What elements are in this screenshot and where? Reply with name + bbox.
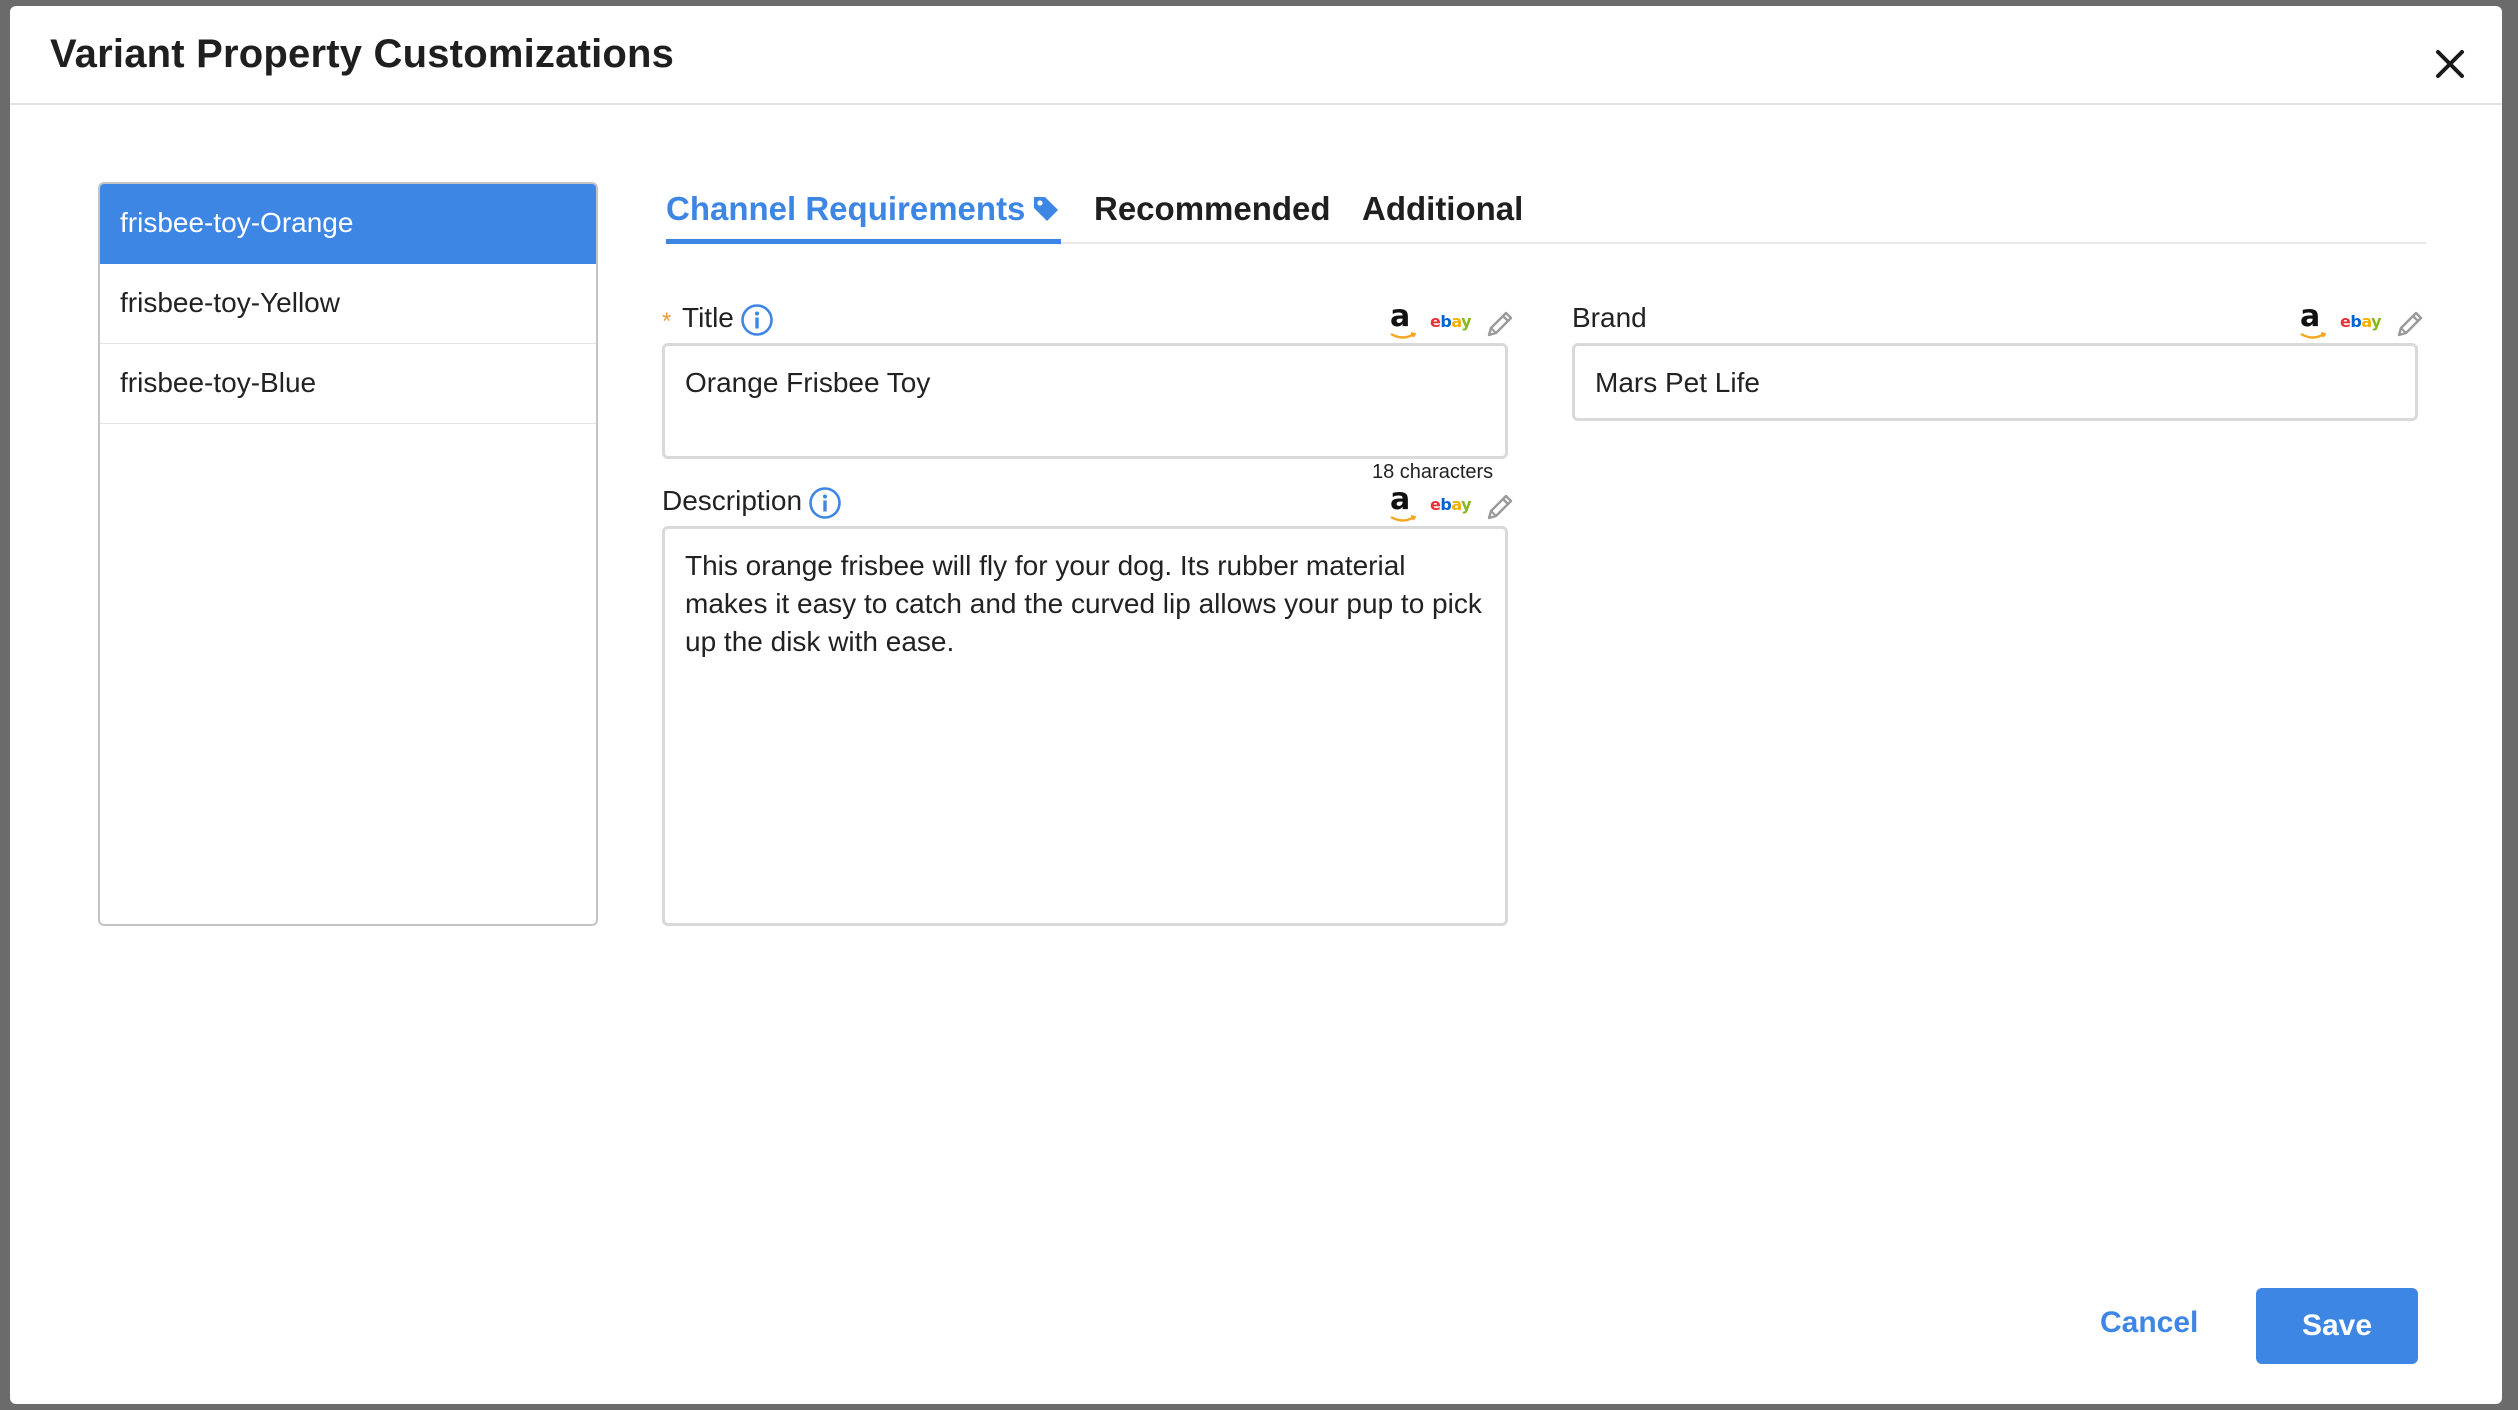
variant-item-yellow[interactable]: frisbee-toy-Yellow bbox=[100, 264, 596, 344]
title-input[interactable]: Orange Frisbee Toy bbox=[662, 343, 1508, 459]
variant-item-blue[interactable]: frisbee-toy-Blue bbox=[100, 344, 596, 424]
description-info-icon[interactable] bbox=[808, 486, 842, 520]
tab-channel-requirements[interactable]: Channel Requirements bbox=[666, 190, 1062, 244]
description-textarea[interactable]: This orange frisbee will fly for your do… bbox=[662, 526, 1508, 926]
title-info-icon[interactable] bbox=[740, 303, 774, 337]
modal-header: Variant Property Customizations bbox=[10, 6, 2502, 105]
description-label: Description bbox=[662, 485, 803, 516]
tab-additional[interactable]: Additional bbox=[1362, 190, 1523, 244]
amazon-smile bbox=[1390, 332, 1416, 339]
pencil-icon[interactable] bbox=[2392, 306, 2428, 342]
variant-list: frisbee-toy-Orange frisbee-toy-Yellow fr… bbox=[98, 182, 598, 926]
amazon-smile bbox=[2300, 332, 2326, 339]
title-channel-icons: a ebay bbox=[1390, 302, 1520, 342]
amazon-icon: a bbox=[1390, 299, 1411, 334]
close-button[interactable] bbox=[2428, 42, 2472, 86]
close-icon bbox=[2436, 50, 2464, 78]
ebay-icon: ebay bbox=[2340, 312, 2382, 331]
amazon-smile bbox=[1390, 515, 1416, 522]
brand-channel-icons: a ebay bbox=[2300, 302, 2430, 342]
variant-customizations-modal: Variant Property Customizations frisbee-… bbox=[10, 6, 2502, 1404]
tab-recommended[interactable]: Recommended bbox=[1094, 190, 1331, 244]
brand-label: Brand bbox=[1572, 302, 1647, 333]
amazon-icon: a bbox=[1390, 482, 1411, 517]
amazon-icon: a bbox=[2300, 299, 2321, 334]
tab-channel-requirements-label: Channel Requirements bbox=[666, 190, 1026, 227]
tab-bar: Channel Requirements Recommended Additio… bbox=[666, 182, 2426, 244]
required-mark: * bbox=[662, 308, 672, 335]
tag-icon bbox=[1031, 194, 1061, 232]
cancel-button[interactable]: Cancel bbox=[2100, 1306, 2198, 1340]
pencil-icon[interactable] bbox=[1482, 306, 1518, 342]
ebay-icon: ebay bbox=[1430, 312, 1472, 331]
pencil-icon[interactable] bbox=[1482, 489, 1518, 525]
description-channel-icons: a ebay bbox=[1390, 485, 1520, 525]
save-button[interactable]: Save bbox=[2256, 1288, 2418, 1364]
modal-title: Variant Property Customizations bbox=[50, 32, 675, 76]
title-char-count: 18 characters bbox=[1372, 461, 1494, 483]
title-label: Title bbox=[682, 302, 734, 333]
brand-input[interactable]: Mars Pet Life bbox=[1572, 343, 2418, 421]
variant-item-orange[interactable]: frisbee-toy-Orange bbox=[100, 184, 596, 264]
ebay-icon: ebay bbox=[1430, 495, 1472, 514]
